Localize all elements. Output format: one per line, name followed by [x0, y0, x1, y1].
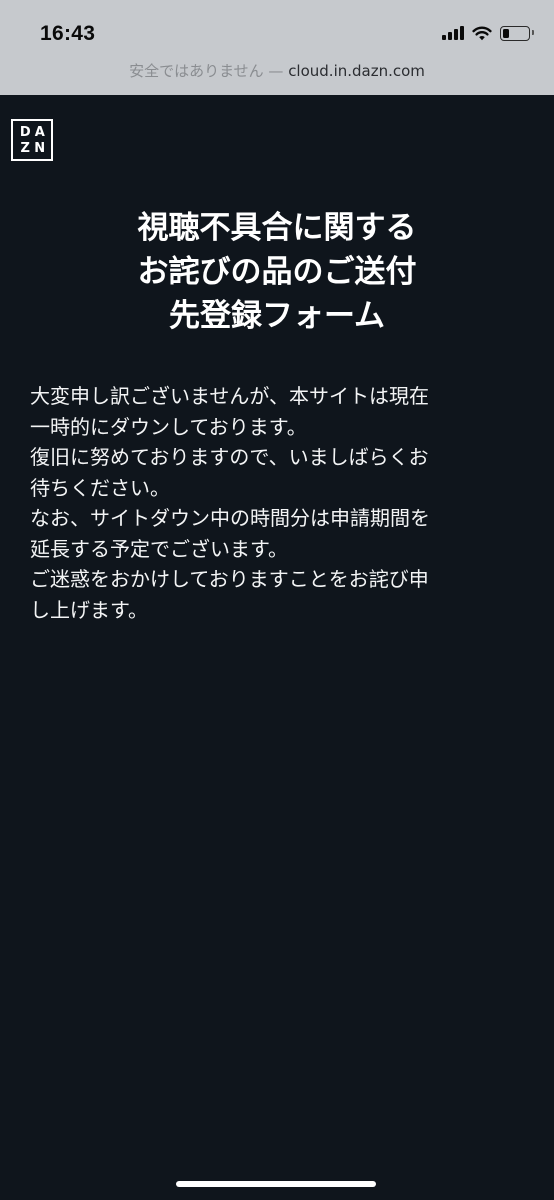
- battery-icon: [500, 25, 534, 41]
- home-indicator[interactable]: [176, 1181, 376, 1187]
- message-line: 延長する予定でございます。: [30, 536, 288, 561]
- message-line: ご迷惑をおかけしておりますことをお詫び申: [30, 567, 429, 591]
- cellular-signal-icon: [442, 26, 464, 40]
- message-line: 一時的にダウンしております。: [30, 414, 307, 439]
- logo-letter: D: [19, 124, 31, 140]
- wifi-icon: [472, 26, 492, 40]
- url-domain: cloud.in.dazn.com: [288, 62, 425, 80]
- status-bar: 16:43: [0, 0, 554, 56]
- message-line: 待ちください。: [30, 475, 170, 500]
- logo-letter: Z: [20, 140, 30, 156]
- address-bar[interactable]: 安全ではありません — cloud.in.dazn.com: [0, 58, 554, 84]
- logo-letter: A: [34, 124, 45, 140]
- page-title: 視聴不具合に関する お詫びの品のご送付 先登録フォーム: [0, 206, 554, 338]
- browser-chrome: 16:43 安全ではありません — cloud.in.dazn.com: [0, 0, 554, 95]
- message-line: なお、サイトダウン中の時間分は申請期間を: [30, 506, 430, 530]
- message-line: 復旧に努めておりますので、いましばらくお: [30, 445, 429, 469]
- message-line: 大変申し訳ございませんが、本サイトは現在: [30, 384, 429, 408]
- status-time: 16:43: [40, 22, 96, 45]
- status-icons: [442, 22, 534, 44]
- maintenance-message: 大変申し訳ございませんが、本サイトは現在 一時的にダウンしております。 復旧に努…: [30, 381, 530, 625]
- title-line: 先登録フォーム: [168, 298, 386, 334]
- logo-letter: N: [34, 140, 46, 156]
- message-line: し上げます。: [30, 597, 148, 622]
- dazn-logo[interactable]: D A Z N: [11, 119, 53, 161]
- security-warning: 安全ではありません: [129, 62, 264, 80]
- title-line: お詫びの品のご送付: [137, 254, 417, 290]
- url-separator: —: [268, 62, 284, 80]
- title-line: 視聴不具合に関する: [137, 210, 417, 246]
